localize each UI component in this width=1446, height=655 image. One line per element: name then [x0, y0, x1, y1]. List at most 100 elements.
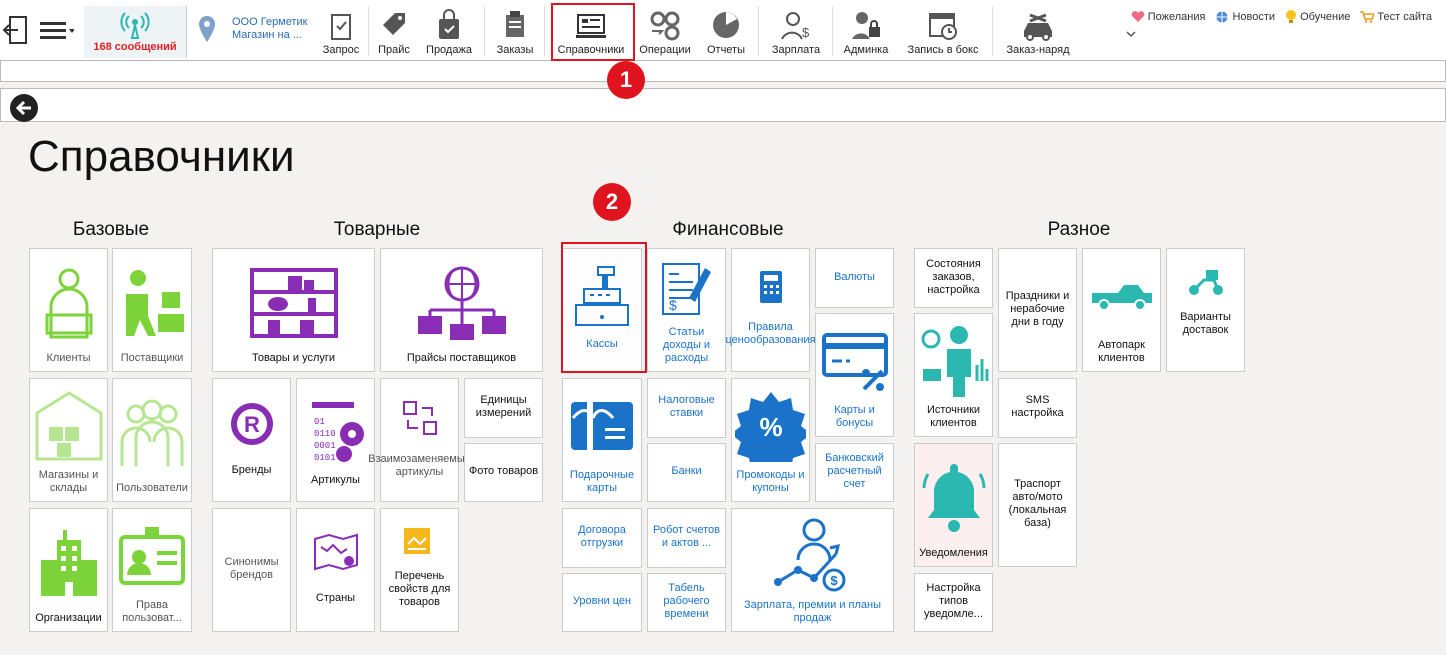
tile-goods-services[interactable]: Товары и услуги: [212, 248, 375, 372]
tile-promo[interactable]: % Промокоды и купоны: [731, 378, 810, 502]
tile-client-fleet[interactable]: Автопарк клиентов: [1082, 248, 1161, 372]
tile-holidays-label: Праздники и нерабочие дни в году: [1005, 289, 1070, 328]
back-button[interactable]: [10, 94, 38, 122]
tile-banks-label: Банки: [671, 465, 702, 477]
store-selector[interactable]: ООО Герметик Магазин на ...: [232, 16, 308, 42]
tile-sms[interactable]: SMS настройка: [998, 378, 1077, 438]
tile-currencies[interactable]: Валюты: [815, 248, 894, 308]
tile-delivery-contracts[interactable]: Договора отгрузки: [562, 508, 642, 568]
tile-gift-cards-label: Подарочные карты: [569, 469, 635, 494]
tile-income-expense-label: Статьи доходы и расходы: [662, 326, 711, 364]
section-misc: Разное: [1047, 219, 1111, 240]
tile-suppliers[interactable]: Поставщики: [112, 248, 192, 372]
menu-icon[interactable]: [40, 20, 75, 44]
admin-label: Админка: [843, 44, 889, 56]
sale-button[interactable]: Продажа: [420, 0, 478, 60]
users-icon: [120, 399, 184, 466]
highlight-directories: [551, 3, 635, 61]
tile-articles[interactable]: 01 0110 0001 0101 Артикулы: [296, 378, 375, 502]
tile-properties[interactable]: Перечень свойств для товаров: [380, 508, 459, 632]
warehouse-icon: [35, 391, 103, 461]
orders-button[interactable]: Заказы: [490, 0, 540, 60]
salary-button[interactable]: $ Зарплата: [764, 0, 828, 60]
tile-supplier-prices[interactable]: Прайсы поставщиков: [380, 248, 543, 372]
salary-label: Зарплата: [771, 44, 821, 56]
tile-timesheet[interactable]: Табель рабочего времени: [647, 573, 726, 632]
tile-users[interactable]: Пользователи: [112, 378, 192, 502]
articles-icon: 01 0110 0001 0101: [311, 401, 364, 463]
promo-badge-icon: %: [735, 392, 806, 462]
tag-icon: [383, 13, 405, 35]
tile-cards-bonuses[interactable]: Карты и бонусы: [815, 313, 894, 437]
salary-icon: $: [781, 12, 810, 40]
tile-transport[interactable]: Траспорт авто/мото (локальная база): [998, 443, 1077, 567]
tile-banks[interactable]: Банки: [647, 443, 726, 502]
tile-salary-plans[interactable]: $ Зарплата, премии и планы продаж: [731, 508, 894, 632]
news-label: Новости: [1232, 11, 1276, 23]
tile-income-expense[interactable]: $ Статьи доходы и расходы: [647, 248, 726, 372]
tile-holidays[interactable]: Праздники и нерабочие дни в году: [998, 248, 1077, 372]
request-label: Запрос: [322, 44, 360, 56]
tile-price-levels[interactable]: Уровни цен: [562, 573, 642, 632]
header-links: Пожелания Новости Обучение Тест сайта: [1131, 10, 1432, 24]
tile-photos-label: Фото товаров: [468, 465, 539, 477]
scooter-icon: [1188, 270, 1223, 295]
work-order-button[interactable]: Заказ-наряд: [998, 0, 1078, 60]
section-basic: Базовые: [72, 219, 150, 240]
tile-organizations[interactable]: Организации: [29, 508, 108, 632]
orders-icon: [506, 11, 524, 37]
tile-tax-rates-label: Налоговые ставки: [658, 394, 715, 419]
tile-articles-label: Артикулы: [311, 474, 360, 486]
tile-units[interactable]: Единицы измерений: [464, 378, 543, 438]
tile-pricing-rules[interactable]: Правила ценообразования: [725, 248, 816, 372]
tile-sms-label: SMS настройка: [1011, 394, 1064, 419]
tile-bank-account[interactable]: Банковский расчетный счет: [815, 443, 894, 502]
wishes-link[interactable]: Пожелания: [1131, 10, 1206, 24]
booking-button[interactable]: Запись в бокс: [900, 0, 986, 60]
tile-robot[interactable]: Робот счетов и актов ...: [647, 508, 726, 568]
tile-client-sources[interactable]: Источники клиентов: [914, 313, 993, 437]
tile-stores[interactable]: Магазины и склады: [29, 378, 108, 502]
registered-icon: R: [230, 402, 273, 445]
cart-icon: [1360, 11, 1375, 23]
client-sources-icon: [921, 326, 988, 397]
tile-delivery-options[interactable]: Варианты доставок: [1166, 248, 1245, 372]
admin-button[interactable]: Админка: [838, 0, 894, 60]
tile-cards-bonuses-label: Карты и бонусы: [834, 404, 875, 429]
tile-brands[interactable]: R Бренды: [212, 378, 291, 502]
tile-tax-rates[interactable]: Налоговые ставки: [647, 378, 726, 438]
gears-icon: [650, 11, 680, 41]
tile-photos[interactable]: Фото товаров: [464, 443, 543, 502]
tile-price-levels-label: Уровни цен: [572, 595, 632, 607]
price-button[interactable]: Прайс: [374, 0, 414, 60]
operations-button[interactable]: Операции: [638, 0, 692, 60]
tile-notification-types[interactable]: Настройка типов уведомле...: [914, 573, 993, 632]
tile-gift-cards[interactable]: Подарочные карты: [562, 378, 642, 502]
tile-order-states-label: Состояния заказов, настройка: [926, 257, 981, 296]
tile-brand-synonyms[interactable]: Синонимы брендов: [212, 508, 291, 632]
tile-order-states[interactable]: Состояния заказов, настройка: [914, 248, 993, 308]
tile-clients[interactable]: Клиенты: [29, 248, 108, 372]
tile-countries[interactable]: Страны: [296, 508, 375, 632]
toolbar-expand-icon[interactable]: [1126, 26, 1136, 38]
wishes-label: Пожелания: [1147, 11, 1206, 23]
request-button[interactable]: Запрос: [318, 0, 364, 60]
tile-brand-synonyms-label: Синонимы брендов: [224, 556, 279, 581]
tile-organizations-label: Организации: [35, 612, 102, 624]
svg-text:$: $: [802, 25, 810, 40]
tile-interchangeable[interactable]: Взаимозаменяемые артикулы: [368, 378, 471, 502]
price-label: Прайс: [378, 44, 410, 56]
booking-label: Запись в бокс: [907, 44, 979, 56]
tile-rights[interactable]: Права пользоват...: [112, 508, 192, 632]
learning-link[interactable]: Обучение: [1285, 10, 1350, 24]
swap-icon: [402, 401, 437, 435]
reports-button[interactable]: Отчеты: [700, 0, 752, 60]
messages-button[interactable]: 168 сообщений: [84, 6, 187, 58]
tile-notifications[interactable]: Уведомления: [914, 443, 993, 567]
exit-icon[interactable]: [2, 14, 30, 46]
card-percent-icon: [821, 333, 888, 391]
navigation-bar: [0, 88, 1446, 122]
test-site-link[interactable]: Тест сайта: [1360, 10, 1432, 24]
news-link[interactable]: Новости: [1215, 10, 1275, 24]
shelves-icon: [249, 267, 338, 338]
